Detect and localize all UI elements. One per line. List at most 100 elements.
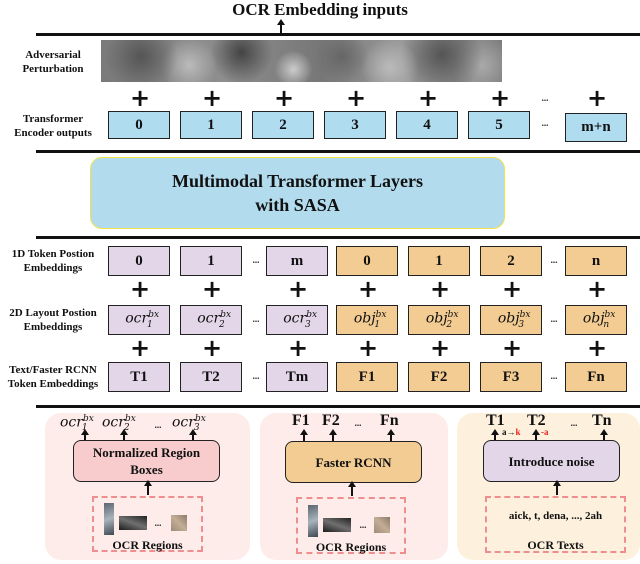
thumbnail-ellipsis: ... <box>359 520 367 530</box>
plus-icon: + <box>586 334 608 362</box>
2d-label-line2: Embeddings <box>23 321 83 333</box>
obj-token: F1 <box>336 362 398 392</box>
token-label-line1: Text/Faster RCNN <box>9 364 97 376</box>
adversarial-label-line2: Perturbation <box>22 63 84 75</box>
rcnn-output-ellipsis: ... <box>354 418 362 428</box>
encoder-output-token: 4 <box>396 111 458 139</box>
ocr-layout-token: ocrbx2 <box>180 305 242 335</box>
ellipsis: ... <box>252 255 260 265</box>
obj-token: 0 <box>336 246 398 276</box>
rcnn-output-f2: F2 <box>322 412 340 429</box>
normalized-line1: Normalized Region <box>92 445 201 460</box>
plus-ellipsis: ... <box>541 93 549 103</box>
plus-icon: + <box>273 84 295 112</box>
ocr-region-thumbnail <box>374 517 390 533</box>
rcnn-output-f1: F1 <box>292 412 310 429</box>
plus-icon: + <box>287 275 309 303</box>
ocr-layout-token: ocrbx1 <box>108 305 170 335</box>
ocr-regions-label: OCR Regions <box>112 538 183 552</box>
2d-label-line1: 2D Layout Postion <box>9 307 97 319</box>
ocr-texts-label: OCR Texts <box>527 538 584 552</box>
plus-icon: + <box>345 84 367 112</box>
math-expression: ocrbx3 <box>283 310 318 330</box>
normalized-region-boxes-block: Normalized Region Boxes <box>73 440 220 482</box>
encoder-output-token: 2 <box>252 111 314 139</box>
plus-icon: + <box>129 275 151 303</box>
plus-icon: + <box>501 275 523 303</box>
encoder-output-token: 0 <box>108 111 170 139</box>
noise-deletion-annotation: -a <box>541 427 549 437</box>
diagram-title: OCR Embedding inputs <box>232 0 408 19</box>
divider-below-transformer <box>36 236 640 239</box>
2d-layout-label: 2D Layout Postion Embeddings <box>0 306 106 334</box>
ocr-token: T1 <box>108 362 170 392</box>
ocr-token: 0 <box>108 246 170 276</box>
noise-sub-from: a→ <box>502 427 516 437</box>
encoder-label-line1: Transformer <box>22 113 84 125</box>
text-output-ellipsis: ... <box>570 418 578 428</box>
plus-icon: + <box>201 334 223 362</box>
introduce-noise-block: Introduce noise <box>483 440 620 482</box>
plus-icon: + <box>417 84 439 112</box>
plus-icon: + <box>586 84 608 112</box>
math-expression: ocrbx1 <box>125 310 160 330</box>
rcnn-output-fn: Fn <box>380 412 399 429</box>
arrow-icon <box>387 429 395 441</box>
token-label-line2: Token Embeddings <box>7 378 99 390</box>
ocr-token: m <box>266 246 328 276</box>
arrow-icon <box>348 481 356 496</box>
arrow-icon <box>329 429 337 441</box>
introduce-noise-label: Introduce noise <box>508 453 595 469</box>
plus-icon: + <box>586 275 608 303</box>
noise-sub-to: k <box>515 427 521 437</box>
1d-label-line1: 1D Token Postion <box>11 248 95 260</box>
thumbnail-ellipsis: ... <box>154 518 162 528</box>
faster-rcnn-label: Faster RCNN <box>315 454 392 470</box>
token-embeddings-label: Text/Faster RCNN Token Embeddings <box>0 363 106 391</box>
ocr-region-thumbnail <box>119 516 147 530</box>
ocr-region-thumbnail <box>323 518 351 532</box>
ocr-region-thumbnail <box>308 505 318 537</box>
math-expression: objbx3 <box>497 310 531 330</box>
obj-token: F3 <box>480 362 542 392</box>
text-output-tn: Tn <box>592 412 612 429</box>
plus-icon: + <box>429 275 451 303</box>
obj-layout-token: objbx1 <box>336 305 398 335</box>
math-expression: objbx2 <box>425 310 459 330</box>
ocr-texts-sample: aick, t, dena, ..., 2ah <box>508 510 603 522</box>
math-expression: objbx1 <box>353 310 387 330</box>
obj-token: Fn <box>565 362 627 392</box>
plus-icon: + <box>201 275 223 303</box>
ocr-box-output-ellipsis: ... <box>154 420 162 430</box>
encoder-outputs-label: Transformer Encoder outputs <box>0 112 106 140</box>
ocr-region-thumbnail <box>171 515 187 531</box>
plus-icon: + <box>287 334 309 362</box>
encoder-output-token: 3 <box>324 111 386 139</box>
obj-token: 2 <box>480 246 542 276</box>
ellipsis: ... <box>550 255 558 265</box>
normalized-line2: Boxes <box>130 462 163 477</box>
encoder-output-token: 5 <box>468 111 530 139</box>
arrow-icon <box>300 429 308 441</box>
math-expression: objbxn <box>582 310 616 330</box>
multimodal-title-line2: with SASA <box>255 195 340 215</box>
obj-layout-token: objbxn <box>565 305 627 335</box>
math-expression: ocrbx2 <box>197 310 232 330</box>
ocr-token: Tm <box>266 362 328 392</box>
obj-layout-token: objbx2 <box>408 305 470 335</box>
encoder-output-token: 1 <box>180 111 242 139</box>
ellipsis: ... <box>252 371 260 381</box>
obj-token: 1 <box>408 246 470 276</box>
adversarial-label-line1: Adversarial <box>25 49 81 61</box>
obj-layout-token: objbx3 <box>480 305 542 335</box>
ocr-regions-label: OCR Regions <box>315 540 387 554</box>
obj-token: F2 <box>408 362 470 392</box>
multimodal-title-line1: Multimodal Transformer Layers <box>172 171 423 191</box>
plus-icon: + <box>501 334 523 362</box>
arrow-icon <box>144 480 152 495</box>
top-divider <box>36 33 640 36</box>
ocr-token: 1 <box>180 246 242 276</box>
plus-icon: + <box>201 84 223 112</box>
plus-icon: + <box>357 275 379 303</box>
1d-label-line2: Embeddings <box>23 262 83 274</box>
